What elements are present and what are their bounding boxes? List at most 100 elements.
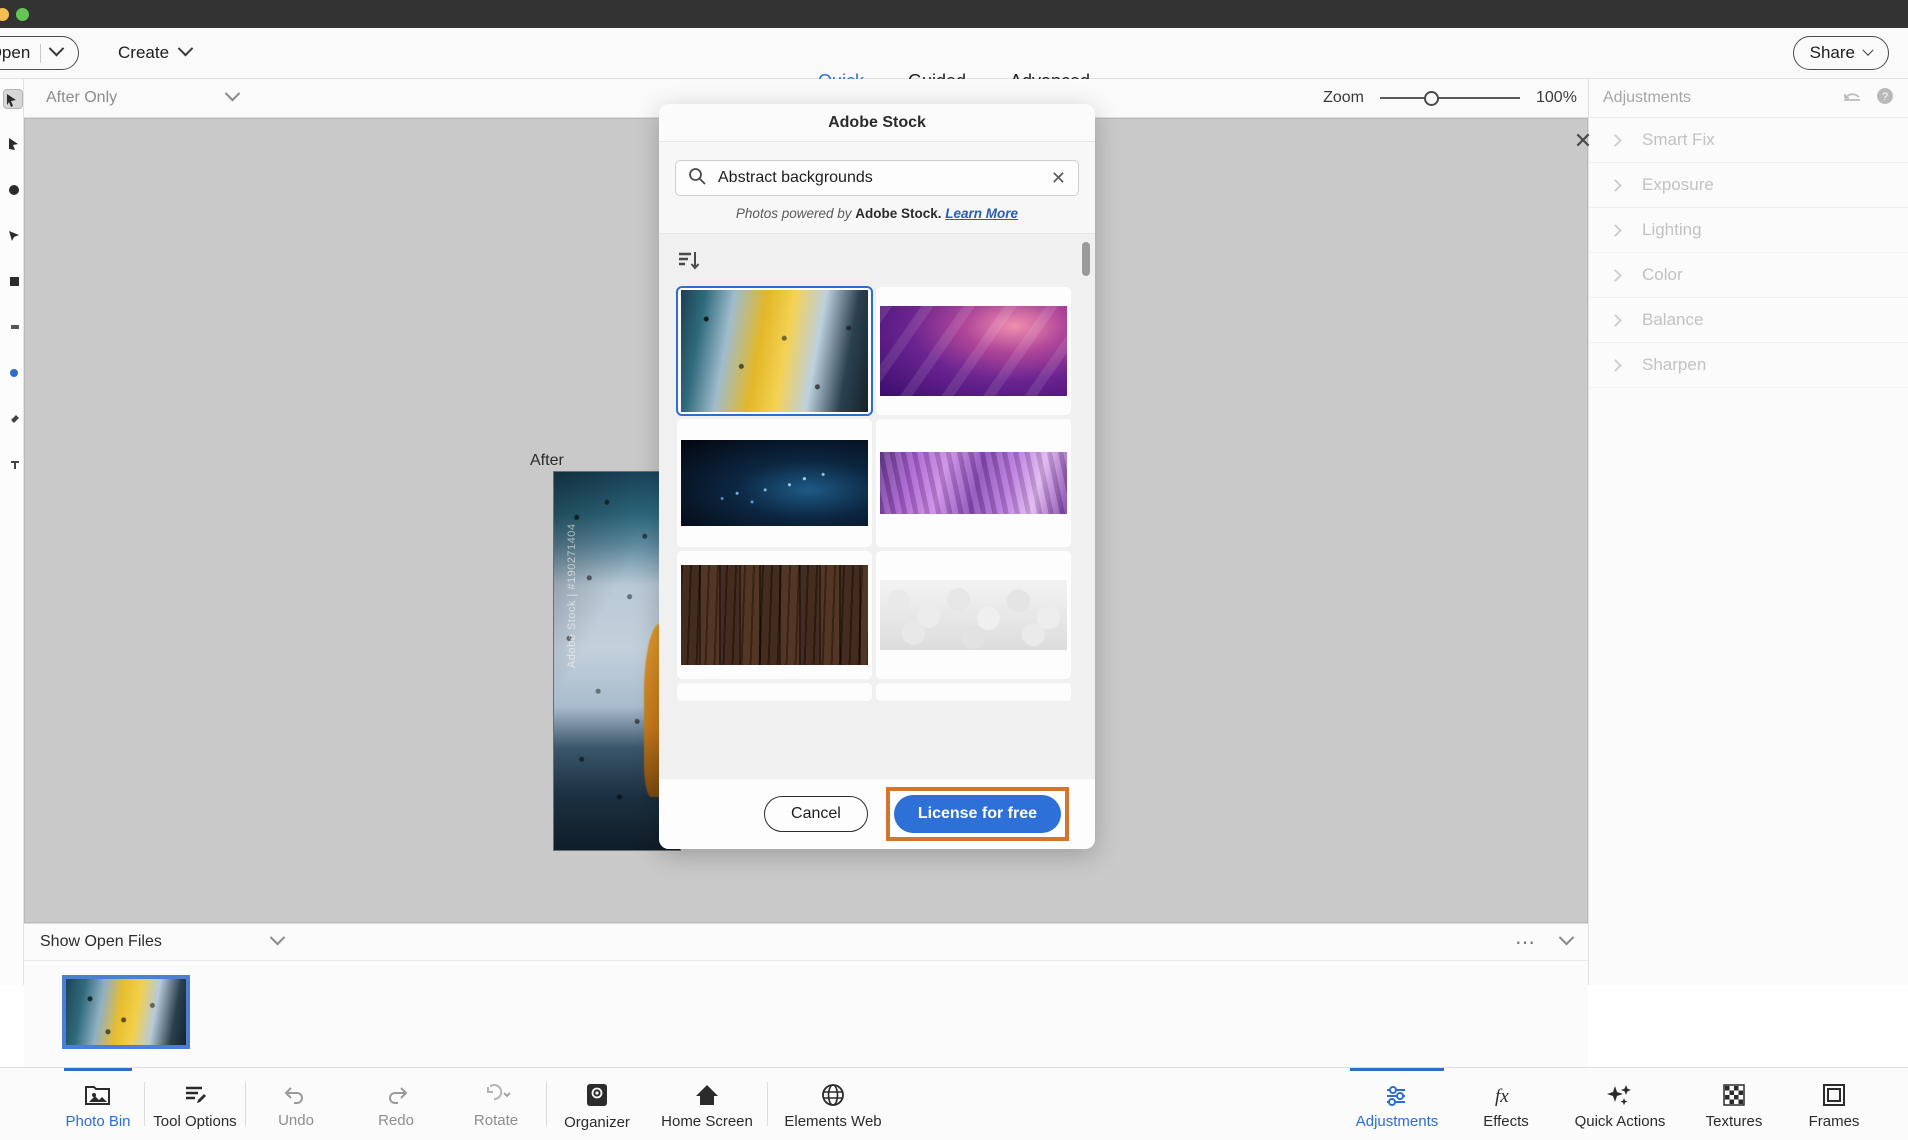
sort-button[interactable] bbox=[659, 234, 1095, 283]
bottom-item-photo-bin[interactable]: Photo Bin bbox=[52, 1068, 144, 1140]
tool-text[interactable] bbox=[3, 457, 23, 477]
canvas-after-label: After bbox=[530, 452, 564, 470]
tool-eye[interactable] bbox=[3, 319, 23, 339]
adjustments-panel: Adjustments ? Smart Fix Exposure Lightin… bbox=[1588, 79, 1908, 985]
tool-move[interactable] bbox=[3, 135, 23, 155]
minimize-button[interactable] bbox=[0, 8, 9, 21]
zoom-slider[interactable] bbox=[1380, 90, 1520, 106]
bottom-item-label: Undo bbox=[278, 1112, 314, 1129]
bottom-item-rotate[interactable]: Rotate bbox=[446, 1068, 546, 1140]
dark-blue-particles-thumbnail bbox=[681, 440, 868, 526]
bottom-item-textures[interactable]: Textures bbox=[1684, 1068, 1784, 1140]
bottom-item-label: Adjustments bbox=[1356, 1113, 1439, 1130]
tool-eraser[interactable] bbox=[3, 411, 23, 431]
stock-result-card[interactable] bbox=[677, 419, 872, 547]
dialog-title: Adobe Stock bbox=[659, 104, 1095, 142]
bottom-item-quick-actions[interactable]: Quick Actions bbox=[1556, 1068, 1684, 1140]
tool-brush[interactable] bbox=[3, 365, 23, 385]
view-mode-value: After Only bbox=[46, 89, 117, 107]
tool-options-icon bbox=[183, 1083, 207, 1107]
maximize-button[interactable] bbox=[16, 8, 29, 21]
chevron-right-icon bbox=[1609, 314, 1622, 327]
photo-bin-filter-dropdown[interactable] bbox=[272, 933, 283, 951]
learn-more-link[interactable]: Learn More bbox=[945, 206, 1018, 221]
share-button[interactable]: Share bbox=[1793, 36, 1889, 70]
stock-watermark: Adobe Stock | #190271404 bbox=[566, 523, 578, 668]
chevron-down-icon bbox=[1864, 44, 1872, 62]
chevron-right-icon bbox=[1609, 359, 1622, 372]
sidebar-item-sharpen[interactable]: Sharpen bbox=[1589, 343, 1908, 388]
photo-bin: Show Open Files ⋯ bbox=[24, 923, 1588, 1067]
sidebar-item-label: Sharpen bbox=[1642, 355, 1706, 375]
sidebar-item-label: Exposure bbox=[1642, 175, 1714, 195]
stock-result-card[interactable] bbox=[677, 551, 872, 679]
tool-lasso[interactable] bbox=[3, 181, 23, 201]
license-for-free-button[interactable]: License for free bbox=[894, 795, 1061, 833]
bottom-item-label: Tool Options bbox=[153, 1113, 236, 1130]
bottom-item-tool-options[interactable]: Tool Options bbox=[145, 1068, 245, 1140]
ellipsis-icon[interactable]: ⋯ bbox=[1515, 930, 1537, 955]
undo-icon[interactable] bbox=[1842, 88, 1862, 109]
rotate-icon bbox=[479, 1084, 513, 1106]
bottom-item-label: Photo Bin bbox=[65, 1113, 130, 1130]
sidebar-item-color[interactable]: Color bbox=[1589, 253, 1908, 298]
white-hexagon-pattern-thumbnail bbox=[880, 580, 1067, 650]
bottom-item-elements-web[interactable]: Elements Web bbox=[768, 1068, 898, 1140]
stock-result-card[interactable] bbox=[876, 551, 1071, 679]
home-icon bbox=[694, 1083, 720, 1107]
clear-icon[interactable]: ✕ bbox=[1051, 168, 1066, 189]
stock-result-card[interactable] bbox=[677, 683, 872, 701]
redo-icon bbox=[383, 1084, 409, 1106]
tool-quick-select[interactable] bbox=[3, 227, 23, 247]
dialog-results-area bbox=[659, 234, 1095, 779]
sidebar-item-exposure[interactable]: Exposure bbox=[1589, 163, 1908, 208]
bottom-item-home-screen[interactable]: Home Screen bbox=[647, 1068, 767, 1140]
zoom-slider-knob[interactable] bbox=[1424, 91, 1439, 106]
bottom-item-undo[interactable]: Undo bbox=[246, 1068, 346, 1140]
chevron-right-icon bbox=[1609, 179, 1622, 192]
tool-zoom[interactable] bbox=[3, 89, 23, 109]
adobe-stock-dialog: Adobe Stock Abstract backgrounds ✕ Photo… bbox=[659, 104, 1095, 849]
photo-bin-icon bbox=[85, 1083, 111, 1107]
view-mode-select[interactable]: After Only bbox=[46, 89, 238, 107]
sidebar-item-smart-fix[interactable]: Smart Fix bbox=[1589, 118, 1908, 163]
sparkles-icon bbox=[1606, 1083, 1634, 1107]
powered-prefix: Photos powered by bbox=[736, 206, 855, 221]
bottom-item-adjustments[interactable]: Adjustments bbox=[1338, 1068, 1456, 1140]
stock-result-card[interactable] bbox=[876, 287, 1071, 415]
bottom-item-redo[interactable]: Redo bbox=[346, 1068, 446, 1140]
purple-marble-texture-thumbnail bbox=[880, 452, 1067, 514]
license-button-highlight: License for free bbox=[886, 787, 1069, 841]
bottom-item-frames[interactable]: Frames bbox=[1784, 1068, 1884, 1140]
adjustments-panel-header: Adjustments ? bbox=[1589, 79, 1908, 118]
close-icon[interactable]: ✕ bbox=[1570, 128, 1596, 154]
bottom-item-organizer[interactable]: Organizer bbox=[547, 1068, 647, 1140]
help-icon[interactable]: ? bbox=[1876, 87, 1894, 110]
app-header: Open Create Quick Guided Advanced Share bbox=[0, 28, 1908, 79]
tool-crop[interactable] bbox=[3, 273, 23, 293]
bottom-item-label: Home Screen bbox=[661, 1113, 753, 1130]
search-input-wrapper[interactable]: Abstract backgrounds ✕ bbox=[675, 160, 1079, 196]
powered-brand: Adobe Stock. bbox=[855, 206, 941, 221]
scrollbar-thumb[interactable] bbox=[1082, 242, 1090, 276]
dialog-search-area: Abstract backgrounds ✕ Photos powered by… bbox=[659, 142, 1095, 234]
photo-bin-thumbnail[interactable] bbox=[62, 975, 190, 1049]
bottom-item-effects[interactable]: fx Effects bbox=[1456, 1068, 1556, 1140]
dark-wood-planks-thumbnail bbox=[681, 565, 868, 665]
stock-result-card[interactable] bbox=[876, 419, 1071, 547]
svg-text:?: ? bbox=[1882, 91, 1888, 103]
bottom-item-label: Frames bbox=[1809, 1113, 1860, 1130]
cancel-button[interactable]: Cancel bbox=[764, 796, 868, 832]
stock-result-card[interactable] bbox=[876, 683, 1071, 701]
collapse-chevron-icon[interactable] bbox=[1561, 933, 1572, 951]
results-scrollbar[interactable] bbox=[1082, 242, 1090, 779]
chevron-right-icon bbox=[1609, 134, 1622, 147]
stock-result-card[interactable] bbox=[677, 287, 872, 415]
fx-icon: fx bbox=[1493, 1083, 1519, 1107]
photo-bin-thumbnails bbox=[24, 961, 1588, 1049]
sidebar-item-lighting[interactable]: Lighting bbox=[1589, 208, 1908, 253]
search-input[interactable]: Abstract backgrounds bbox=[718, 169, 1039, 187]
toolbar-spacer bbox=[898, 1068, 1338, 1140]
sidebar-item-balance[interactable]: Balance bbox=[1589, 298, 1908, 343]
powered-by-text: Photos powered by Adobe Stock. Learn Mor… bbox=[675, 206, 1079, 221]
